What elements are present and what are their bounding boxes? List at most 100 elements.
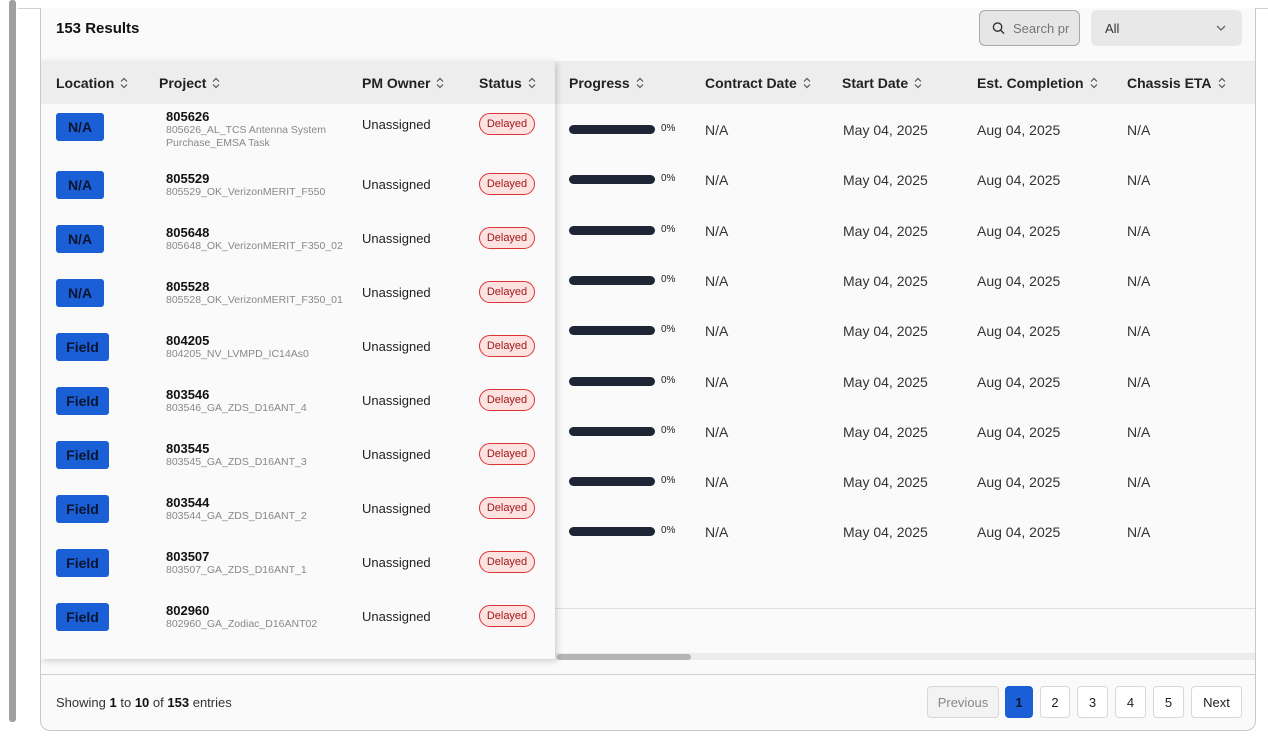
- table-row[interactable]: N/A 805528 805528_OK_VerizonMERIT_F350_01 U…: [41, 266, 555, 320]
- column-header-chassis-eta[interactable]: Chassis ETA: [1127, 61, 1226, 104]
- contract-date: N/A: [705, 423, 729, 440]
- chassis-eta: N/A: [1127, 323, 1151, 340]
- page-button-3[interactable]: 3: [1077, 686, 1108, 718]
- chassis-eta: N/A: [1127, 272, 1151, 289]
- pm-owner: Unassigned: [362, 339, 431, 354]
- project-number[interactable]: 803544: [166, 495, 209, 510]
- page-button-1[interactable]: 1: [1005, 686, 1033, 718]
- location-badge[interactable]: N/A: [56, 225, 104, 253]
- pm-owner: Unassigned: [362, 555, 431, 570]
- table-row-scroll[interactable]: 0% N/A May 04, 2025 Aug 04, 2025 N/A: [555, 406, 1255, 456]
- location-badge[interactable]: Field: [56, 495, 109, 523]
- footer-divider: [41, 674, 1255, 675]
- sort-icon: [1218, 77, 1225, 88]
- progress-bar: [569, 125, 655, 134]
- search-input[interactable]: [1013, 20, 1079, 36]
- column-header-contract-date[interactable]: Contract Date: [705, 61, 811, 104]
- progress-percent: 0%: [661, 374, 676, 386]
- location-badge[interactable]: N/A: [56, 279, 104, 307]
- table-row-scroll[interactable]: 0% N/A May 04, 2025 Aug 04, 2025 N/A: [555, 154, 1255, 204]
- page-button-2[interactable]: 2: [1040, 686, 1070, 718]
- project-name: 805529_OK_VerizonMERIT_F550: [166, 186, 326, 198]
- column-label-progress: Progress: [569, 74, 630, 91]
- table-row-scroll[interactable]: 0% N/A May 04, 2025 Aug 04, 2025 N/A: [555, 104, 1255, 154]
- est-completion-date: Aug 04, 2025: [977, 122, 1061, 138]
- table-row[interactable]: Field 803545 803545_GA_ZDS_D16ANT_3 Unassig…: [41, 428, 555, 482]
- start-date: May 04, 2025: [843, 272, 928, 289]
- table-row[interactable]: Field 803546 803546_GA_ZDS_D16ANT_4 Unassig…: [41, 374, 555, 428]
- previous-page-button[interactable]: Previous: [927, 686, 999, 718]
- project-number[interactable]: 803507: [166, 549, 209, 564]
- table-row[interactable]: N/A 805648 805648_OK_VerizonMERIT_F350_02 U…: [41, 212, 555, 266]
- column-label-status: Status: [479, 74, 522, 91]
- column-label-contract-date: Contract Date: [705, 74, 797, 91]
- results-card: 153 Results All Progress Contract Date S…: [40, 8, 1256, 731]
- start-date: May 04, 2025: [843, 474, 928, 491]
- contract-date: N/A: [705, 373, 729, 390]
- table-row[interactable]: Field 804205 804205_NV_LVMPD_IC14As0 Unassi…: [41, 320, 555, 374]
- est-completion-date: Aug 04, 2025: [977, 323, 1061, 340]
- column-header-start-date[interactable]: Start Date: [842, 61, 922, 104]
- location-badge[interactable]: Field: [56, 387, 109, 415]
- table-row[interactable]: N/A 805529 805529_OK_VerizonMERIT_F550 Unas…: [41, 158, 555, 212]
- search-box[interactable]: [979, 10, 1080, 46]
- location-badge[interactable]: N/A: [56, 171, 104, 199]
- start-date: May 04, 2025: [843, 222, 928, 239]
- est-completion-date: Aug 04, 2025: [977, 524, 1061, 541]
- contract-date: N/A: [705, 222, 729, 239]
- project-name: 803507_GA_ZDS_D16ANT_1: [166, 564, 307, 576]
- column-label-location: Location: [56, 74, 115, 91]
- table-row[interactable]: Field 803544 803544_GA_ZDS_D16ANT_2 Unassig…: [41, 482, 555, 536]
- project-number[interactable]: 802960: [166, 603, 209, 618]
- table-row-scroll[interactable]: 0% N/A May 04, 2025 Aug 04, 2025 N/A: [555, 456, 1255, 506]
- location-badge[interactable]: Field: [56, 441, 109, 469]
- table-row-scroll[interactable]: 0% N/A May 04, 2025 Aug 04, 2025 N/A: [555, 255, 1255, 305]
- next-page-button[interactable]: Next: [1191, 686, 1242, 718]
- chassis-eta: N/A: [1127, 524, 1151, 541]
- column-header-project[interactable]: Project: [159, 61, 220, 104]
- table-row-scroll[interactable]: 0% N/A May 04, 2025 Aug 04, 2025 N/A: [555, 506, 1255, 556]
- project-number[interactable]: 804205: [166, 333, 209, 348]
- table-row-scroll[interactable]: 0% N/A May 04, 2025 Aug 04, 2025 N/A: [555, 305, 1255, 355]
- progress-bar: [569, 527, 655, 537]
- column-label-est-completion: Est. Completion: [977, 74, 1084, 91]
- horizontal-scroll-thumb[interactable]: [557, 654, 691, 660]
- status-filter-select[interactable]: All: [1091, 10, 1242, 46]
- column-header-progress[interactable]: Progress: [569, 61, 644, 104]
- est-completion-date: Aug 04, 2025: [977, 272, 1061, 289]
- location-badge[interactable]: Field: [56, 333, 109, 361]
- column-header-pm-owner[interactable]: PM Owner: [362, 61, 444, 104]
- project-number[interactable]: 805626: [166, 109, 209, 124]
- table-row[interactable]: Field 803507 803507_GA_ZDS_D16ANT_1 Unassig…: [41, 536, 555, 590]
- status-badge: Delayed: [479, 227, 535, 249]
- status-badge: Delayed: [479, 443, 535, 465]
- progress-bar: [569, 477, 655, 487]
- progress-bar: [569, 225, 655, 235]
- project-number[interactable]: 805528: [166, 279, 209, 294]
- project-number[interactable]: 803545: [166, 441, 209, 456]
- column-header-location[interactable]: Location: [56, 61, 128, 104]
- table-row[interactable]: N/A 805626 805626_AL_TCS Antenna System Pu…: [41, 104, 555, 158]
- project-number[interactable]: 805529: [166, 171, 209, 186]
- status-badge: Delayed: [479, 551, 535, 573]
- status-badge: Delayed: [479, 497, 535, 519]
- project-number[interactable]: 803546: [166, 387, 209, 402]
- table-row-scroll[interactable]: 0% N/A May 04, 2025 Aug 04, 2025 N/A: [555, 205, 1255, 255]
- location-badge[interactable]: Field: [56, 603, 109, 631]
- page-scrollbar[interactable]: [9, 0, 16, 722]
- location-badge[interactable]: Field: [56, 549, 109, 577]
- project-number[interactable]: 805648: [166, 225, 209, 240]
- project-name: 804205_NV_LVMPD_IC14As0: [166, 348, 309, 360]
- pm-owner: Unassigned: [362, 447, 431, 462]
- est-completion-date: Aug 04, 2025: [977, 172, 1061, 189]
- page-button-4[interactable]: 4: [1115, 686, 1146, 718]
- table-row-scroll[interactable]: 0% N/A May 04, 2025 Aug 04, 2025 N/A: [555, 356, 1255, 406]
- progress-percent: 0%: [661, 173, 676, 185]
- status-badge: Delayed: [479, 281, 535, 303]
- table-row[interactable]: Field 802960 802960_GA_Zodiac_D16ANT02 Unas…: [41, 590, 555, 644]
- page-button-5[interactable]: 5: [1153, 686, 1184, 718]
- column-header-est-completion[interactable]: Est. Completion: [977, 61, 1098, 104]
- progress-percent: 0%: [661, 525, 676, 537]
- location-badge[interactable]: N/A: [56, 113, 104, 141]
- column-header-status[interactable]: Status: [479, 61, 536, 104]
